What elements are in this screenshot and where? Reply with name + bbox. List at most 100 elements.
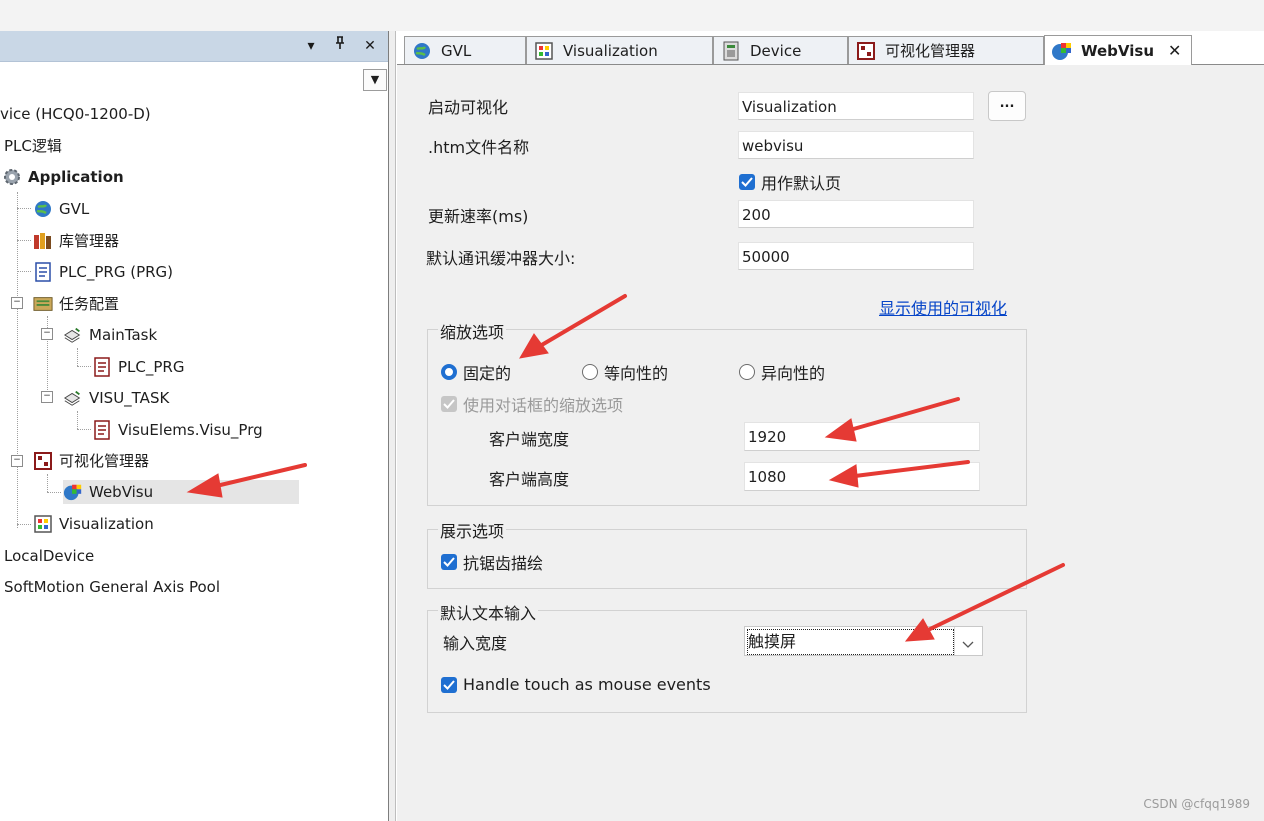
scaling-options-title: 缩放选项 [438, 319, 507, 343]
tree-item-visuelems-visu-prg[interactable]: VisuElems.Visu_Prg [92, 418, 263, 442]
handle-touch-label: Handle touch as mouse events [463, 675, 711, 694]
radio-anisotropic[interactable]: 异向性的 [739, 360, 825, 384]
tree-item-label: PLC_PRG [118, 358, 185, 376]
client-height-input[interactable]: 1080 [744, 462, 980, 491]
display-options-title: 展示选项 [438, 518, 507, 542]
tab-visualization[interactable]: Visualization [526, 36, 713, 64]
tree-item-webvisu[interactable]: WebVisu [63, 480, 299, 504]
check-icon [741, 177, 753, 187]
tree-item-label: PLC逻辑 [4, 137, 62, 155]
tree-guide-line [77, 348, 78, 366]
antialias-checkbox-row[interactable]: 抗锯齿描绘 [441, 550, 543, 574]
tab-label: WebVisu [1081, 41, 1155, 60]
tree-item-plc-logic[interactable]: PLC逻辑 [4, 134, 62, 158]
htm-filename-input[interactable]: webvisu [738, 131, 974, 159]
default-page-checkbox-row[interactable]: 用作默认页 [739, 170, 841, 194]
visu-manager-icon [33, 452, 53, 470]
tree-item-visualization[interactable]: Visualization [33, 512, 154, 536]
tab-label: 可视化管理器 [885, 42, 976, 60]
start-visu-label: 启动可视化 [428, 98, 509, 117]
tree-item-plc-prg-call[interactable]: PLC_PRG [92, 355, 184, 379]
program-icon [33, 262, 53, 282]
buffer-size-input[interactable]: 50000 [738, 242, 974, 270]
update-rate-input[interactable]: 200 [738, 200, 974, 228]
tree-guide-line [77, 429, 91, 430]
tree-item-application[interactable]: Application [2, 165, 124, 189]
htm-filename-label: .htm文件名称 [428, 138, 530, 157]
handle-touch-checkbox[interactable] [441, 676, 457, 693]
radio-button[interactable] [582, 364, 598, 380]
visu-manager-icon [855, 41, 877, 61]
expand-toggle[interactable]: − [41, 391, 53, 403]
tree-item-device[interactable]: vice (HCQ0-1200-D) [0, 102, 151, 126]
tree-item-gvl[interactable]: GVL [33, 197, 89, 221]
buffer-size-label: 默认通讯缓冲器大小: [426, 249, 576, 268]
tab-visu-manager[interactable]: 可视化管理器 [848, 36, 1044, 64]
globe-icon [33, 200, 53, 218]
radio-button[interactable] [739, 364, 755, 380]
handle-touch-checkbox-row[interactable]: Handle touch as mouse events [441, 675, 711, 694]
tree-guide-line [47, 492, 61, 493]
tree-item-label: PLC_PRG (PRG) [59, 263, 174, 281]
tree-item-label: VISU_TASK [89, 389, 170, 407]
tree-item-softmotion-axis-pool[interactable]: SoftMotion General Axis Pool [4, 575, 220, 599]
tab-close-icon[interactable]: ✕ [1168, 41, 1181, 60]
check-icon [443, 557, 455, 567]
tree-guide-line [47, 474, 48, 492]
expand-toggle[interactable]: − [41, 328, 53, 340]
radio-button-selected[interactable] [441, 364, 457, 380]
browse-button[interactable]: ... [988, 91, 1026, 121]
watermark: CSDN @cfqq1989 [1143, 797, 1250, 811]
check-icon [443, 399, 455, 409]
tree-guide-line [17, 208, 31, 209]
panel-splitter[interactable] [388, 31, 396, 821]
tree-item-label: WebVisu [89, 483, 154, 501]
tab-device[interactable]: Device [713, 36, 848, 64]
tree-item-label: MainTask [89, 326, 158, 344]
tree-item-maintask[interactable]: MainTask [63, 323, 157, 347]
radio-fixed[interactable]: 固定的 [441, 360, 511, 384]
tree-item-label: GVL [59, 200, 90, 218]
tree-guide-line [77, 366, 91, 367]
expand-toggle[interactable]: − [11, 297, 23, 309]
dialog-scaling-checkbox [441, 396, 457, 412]
tree-item-visu-manager[interactable]: 可视化管理器 [33, 449, 149, 473]
tree-item-label: SoftMotion General Axis Pool [4, 578, 221, 596]
input-width-value: 触摸屏 [747, 629, 954, 655]
default-page-label: 用作默认页 [761, 174, 842, 193]
tree-item-label: VisuElems.Visu_Prg [118, 421, 263, 439]
tree-item-localdevice[interactable]: LocalDevice [4, 544, 94, 568]
tab-webvisu[interactable]: WebVisu ✕ [1044, 35, 1192, 65]
client-width-label: 客户端宽度 [489, 430, 570, 449]
start-visu-input[interactable]: Visualization [738, 92, 974, 120]
device-icon [720, 41, 742, 61]
tree-guide-line [17, 271, 31, 272]
chevron-down-icon[interactable] [961, 636, 975, 654]
input-width-select[interactable]: 触摸屏 [744, 626, 983, 656]
tree-item-library-manager[interactable]: 库管理器 [33, 229, 119, 253]
webvisu-icon [1051, 41, 1073, 61]
tree-guide-line [17, 524, 31, 525]
tree-item-task-config[interactable]: 任务配置 [33, 292, 119, 316]
tab-gvl[interactable]: GVL [404, 36, 526, 64]
task-icon [63, 389, 83, 407]
tree-guide-line [17, 192, 18, 528]
text-input-title: 默认文本输入 [438, 600, 539, 624]
tree-item-visu-task[interactable]: VISU_TASK [63, 386, 169, 410]
globe-icon [411, 41, 433, 61]
expand-toggle[interactable]: − [11, 455, 23, 467]
program-call-icon [92, 357, 112, 377]
tree-guide-line [17, 240, 31, 241]
radio-isotropic[interactable]: 等向性的 [582, 360, 668, 384]
default-page-checkbox[interactable] [739, 174, 755, 190]
task-icon [63, 326, 83, 344]
client-width-input[interactable]: 1920 [744, 422, 980, 451]
tree-item-plc-prg[interactable]: PLC_PRG (PRG) [33, 260, 173, 284]
antialias-checkbox[interactable] [441, 554, 457, 570]
tree-item-label: 任务配置 [59, 295, 120, 313]
tab-label: GVL [441, 41, 472, 60]
client-height-label: 客户端高度 [489, 470, 570, 489]
radio-label: 异向性的 [761, 364, 826, 383]
tab-label: Device [750, 41, 802, 60]
show-used-visu-link[interactable]: 显示使用的可视化 [879, 295, 1007, 319]
